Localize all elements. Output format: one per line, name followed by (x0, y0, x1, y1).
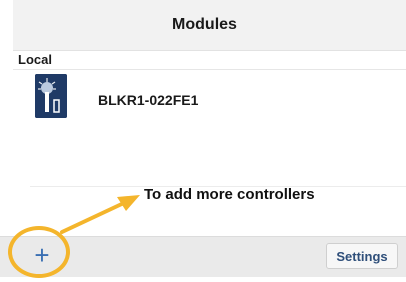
header-bar: Modules (13, 0, 406, 51)
settings-button[interactable]: Settings (326, 243, 398, 269)
module-list-item[interactable]: BLKR1-022FE1 (13, 70, 406, 130)
page-title: Modules (172, 16, 237, 33)
annotation-label: To add more controllers (144, 186, 315, 203)
module-name: BLKR1-022FE1 (98, 92, 199, 108)
add-controller-button[interactable]: + (30, 240, 54, 270)
controller-icon (35, 74, 67, 118)
section-header-local: Local (18, 52, 52, 67)
